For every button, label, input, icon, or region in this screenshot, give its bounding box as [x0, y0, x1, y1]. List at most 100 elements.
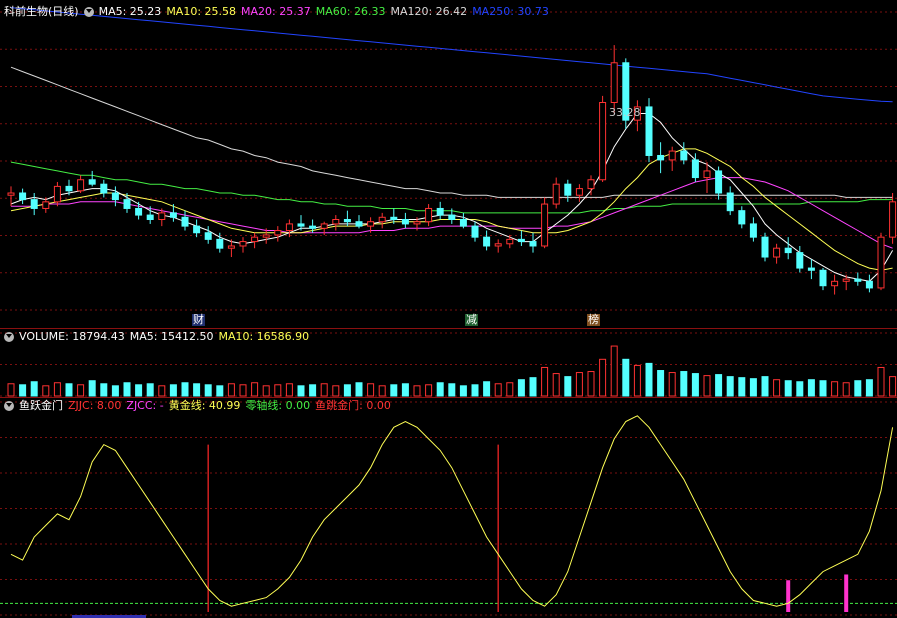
fish-jump-bar [786, 580, 791, 612]
volume-bar [645, 362, 653, 397]
candle-body [448, 214, 456, 220]
volume-bar [541, 366, 549, 397]
candle-body [111, 192, 119, 201]
candle-body [691, 159, 699, 179]
volume-value: VOLUME: 18794.43 [19, 330, 125, 343]
candle-body [274, 230, 282, 236]
candle-body [77, 179, 85, 192]
event-marker-reduction[interactable]: 减 [465, 314, 478, 326]
volume-bar [529, 377, 537, 397]
volume-bar [401, 383, 409, 397]
candle-body [610, 62, 618, 104]
candle-body [517, 238, 525, 243]
volume-bar [483, 381, 491, 397]
volume-bar [88, 380, 96, 397]
volume-bar [726, 376, 734, 397]
volume-bar [193, 383, 201, 397]
ma120-value: MA120: 26.42 [390, 5, 468, 18]
volume-bar [135, 384, 143, 397]
candle-body [123, 199, 131, 209]
volume-bar [169, 384, 177, 397]
ma10-value: MA10: 25.58 [166, 5, 237, 18]
candle-body [30, 199, 38, 209]
candle-body [668, 150, 676, 161]
event-marker-leaderboard[interactable]: 榜 [587, 314, 600, 326]
volume-bar [749, 378, 757, 397]
volume-bar [251, 382, 259, 397]
volume-bar [796, 381, 804, 397]
candle-body [65, 185, 73, 192]
stock-chart-canvas [0, 7, 897, 616]
candle-body [784, 247, 792, 254]
candle-body [135, 207, 143, 216]
volume-bar [703, 375, 711, 397]
volume-bar [367, 383, 375, 397]
volume-bar [7, 383, 15, 397]
high-price-label: 33.28 [609, 106, 641, 119]
volume-bar [239, 384, 247, 397]
candle-body [332, 218, 340, 225]
candle-body [761, 236, 769, 258]
volume-bar [807, 379, 815, 397]
volume-bar [865, 379, 873, 397]
candle-body [796, 252, 804, 269]
candle-body [88, 179, 96, 185]
candle-body [19, 192, 27, 201]
candle-body [564, 183, 572, 196]
dropdown-icon[interactable] [83, 7, 94, 17]
candle-body [390, 216, 398, 220]
candle-body [146, 214, 154, 220]
candle-body [169, 212, 177, 218]
candle-body [181, 216, 189, 227]
volume-bar [30, 381, 38, 397]
volume-bar [42, 385, 50, 397]
candle-body [541, 203, 549, 247]
volume-bar [216, 385, 224, 397]
panel-divider [0, 397, 897, 398]
price-panel-header: 科前生物(日线) MA5: 25.23 MA10: 25.58 MA20: 25… [4, 5, 554, 19]
zero-axis-value: 零轴线: 0.00 [245, 399, 311, 412]
event-marker-earnings[interactable]: 财 [192, 314, 205, 326]
volume-bar [587, 371, 595, 397]
volume-bar [680, 371, 688, 397]
candle-body [285, 223, 293, 232]
candle-body [865, 280, 873, 289]
volume-bar [494, 383, 502, 397]
candle-body [877, 236, 885, 289]
candle-body [262, 234, 270, 238]
candle-body [529, 241, 537, 247]
volume-bar [413, 385, 421, 397]
volume-bar [831, 381, 839, 397]
candle-body [749, 223, 757, 238]
volume-bar [355, 382, 363, 397]
volume-bar [633, 364, 641, 397]
dropdown-icon[interactable] [4, 332, 14, 342]
candle-body [53, 185, 61, 203]
candle-body [807, 267, 815, 271]
volume-bar [332, 385, 340, 397]
volume-bar [436, 382, 444, 397]
candle-body [355, 221, 363, 227]
candle-body [703, 170, 711, 179]
volume-bar [378, 385, 386, 397]
volume-bar [320, 383, 328, 397]
dropdown-icon[interactable] [4, 401, 14, 411]
volume-bar [842, 382, 850, 397]
candle-body [343, 218, 351, 223]
candle-body [204, 232, 212, 240]
candle-body [413, 221, 421, 225]
candle-body [471, 225, 479, 238]
candle-body [251, 236, 259, 243]
candle-body [738, 210, 746, 225]
candle-body [297, 223, 305, 227]
candle-body [889, 201, 897, 238]
candle-body [401, 218, 409, 225]
volume-bar [517, 379, 525, 397]
volume-bar [100, 383, 108, 397]
volume-bar [111, 385, 119, 397]
candle-body [193, 225, 201, 234]
volume-bar [575, 372, 583, 397]
candle-body [575, 188, 583, 196]
volume-bar [459, 385, 467, 397]
ma250-line [10, 7, 893, 103]
